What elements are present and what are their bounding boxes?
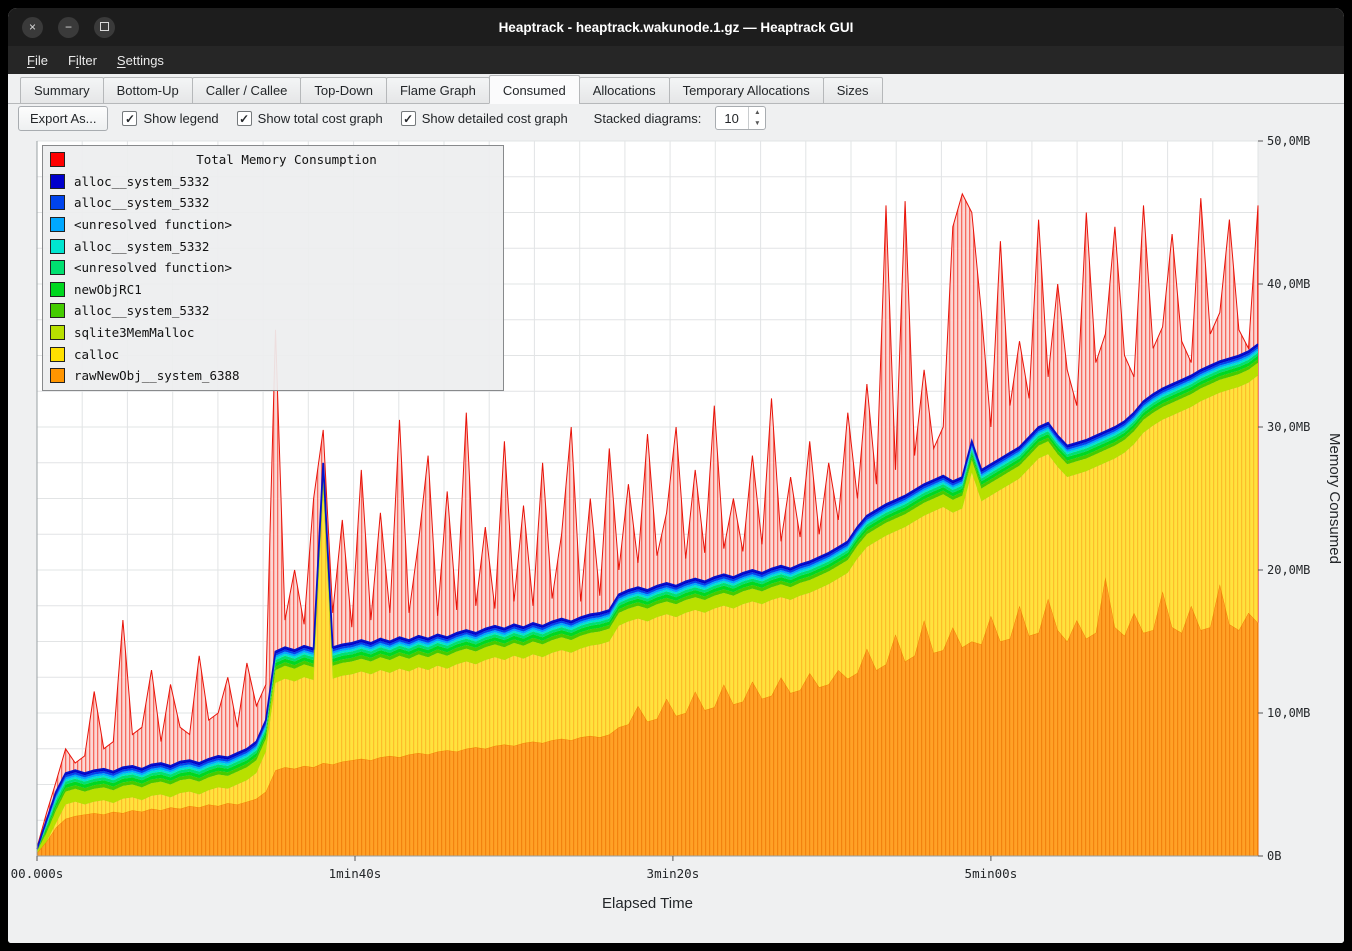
checkbox-box: ✓ [122, 111, 137, 126]
legend-item: alloc__system_5332 [47, 235, 499, 257]
stacked-diagrams-spinbox[interactable]: 10 ▲ ▼ [715, 106, 766, 130]
checkbox-box: ✓ [237, 111, 252, 126]
tab-summary[interactable]: Summary [20, 77, 104, 104]
tab-consumed[interactable]: Consumed [489, 75, 580, 104]
tab-top-down[interactable]: Top-Down [300, 77, 387, 104]
legend-item: alloc__system_5332 [47, 300, 499, 322]
y-axis-label: Memory Consumed [1326, 433, 1343, 564]
legend-label: alloc__system_5332 [74, 195, 209, 210]
legend-item: Total Memory Consumption [47, 149, 499, 171]
y-tick-label: 0B [1267, 849, 1281, 863]
legend-label: Total Memory Consumption [74, 152, 499, 167]
legend-swatch [50, 217, 65, 232]
export-as-button[interactable]: Export As... [18, 106, 108, 131]
tab-sizes[interactable]: Sizes [823, 77, 883, 104]
titlebar: × − Heaptrack - heaptrack.wakunode.1.gz … [8, 8, 1344, 46]
memory-consumption-chart[interactable]: 0B 10,0MB 20,0MB 30,0MB 40,0MB 50,0MB 00.000s 1… [8, 132, 1344, 943]
x-tick-label: 1min40s [329, 866, 382, 881]
legend-swatch [50, 260, 65, 275]
tab-temporary-allocations[interactable]: Temporary Allocations [669, 77, 824, 104]
checkbox-label: Show detailed cost graph [422, 111, 568, 126]
maximize-button[interactable] [94, 17, 115, 38]
legend-label: alloc__system_5332 [74, 239, 209, 254]
legend-label: alloc__system_5332 [74, 303, 209, 318]
legend-item: <unresolved function> [47, 214, 499, 236]
maximize-icon [100, 22, 109, 31]
tab-bottom-up[interactable]: Bottom-Up [103, 77, 193, 104]
close-button[interactable]: × [22, 17, 43, 38]
tab-flame-graph[interactable]: Flame Graph [386, 77, 490, 104]
menu-settings[interactable]: Settings [108, 50, 173, 71]
legend-label: sqlite3MemMalloc [74, 325, 194, 340]
y-tick-label: 40,0MB [1267, 277, 1310, 291]
toolbar: Export As... ✓ Show legend ✓ Show total cos… [8, 104, 1344, 132]
legend-swatch [50, 195, 65, 210]
legend-swatch [50, 303, 65, 318]
legend-label: calloc [74, 347, 119, 362]
legend-item: alloc__system_5332 [47, 171, 499, 193]
y-tick-label: 10,0MB [1267, 706, 1310, 720]
y-tick-label: 50,0MB [1267, 134, 1310, 148]
checkbox-label: Show total cost graph [258, 111, 383, 126]
legend-swatch [50, 368, 65, 383]
x-tick-label: 5min00s [965, 866, 1018, 881]
legend-item: newObjRC1 [47, 279, 499, 301]
x-tick-label: 00.000s [11, 866, 64, 881]
checkbox-show-legend[interactable]: ✓ Show legend [122, 111, 218, 126]
legend-label: <unresolved function> [74, 260, 232, 275]
x-tick-label: 3min20s [647, 866, 700, 881]
spinbox-arrows: ▲ ▼ [748, 107, 765, 129]
stacked-diagrams-label: Stacked diagrams: [594, 111, 702, 126]
minimize-button[interactable]: − [58, 17, 79, 38]
y-tick-label: 30,0MB [1267, 420, 1310, 434]
x-axis-label: Elapsed Time [602, 895, 693, 912]
legend-swatch [50, 347, 65, 362]
tab-bar: SummaryBottom-UpCaller / CalleeTop-DownF… [8, 74, 1344, 104]
menu-file[interactable]: File [18, 50, 57, 71]
legend-swatch [50, 152, 65, 167]
legend-item: alloc__system_5332 [47, 192, 499, 214]
legend-swatch [50, 282, 65, 297]
legend-swatch [50, 325, 65, 340]
legend-item: rawNewObj__system_6388 [47, 365, 499, 387]
y-tick-label: 20,0MB [1267, 563, 1310, 577]
legend-label: rawNewObj__system_6388 [74, 368, 240, 383]
chart-legend: Total Memory Consumption alloc__system_53… [42, 145, 504, 391]
checkbox-label: Show legend [143, 111, 218, 126]
legend-label: <unresolved function> [74, 217, 232, 232]
tab-caller-callee[interactable]: Caller / Callee [192, 77, 302, 104]
window-title: Heaptrack - heaptrack.wakunode.1.gz — He… [142, 20, 1210, 35]
legend-item: calloc [47, 343, 499, 365]
toolbar-checkboxes: ✓ Show legend ✓ Show total cost graph ✓ Show … [122, 111, 567, 126]
legend-label: newObjRC1 [74, 282, 142, 297]
tab-allocations[interactable]: Allocations [579, 77, 670, 104]
checkbox-show-detailed-cost-graph[interactable]: ✓ Show detailed cost graph [401, 111, 568, 126]
spin-up-button[interactable]: ▲ [749, 107, 765, 118]
menubar: FileFilterSettings [8, 46, 1344, 74]
stacked-diagrams-value: 10 [716, 107, 748, 129]
checkbox-box: ✓ [401, 111, 416, 126]
legend-swatch [50, 174, 65, 189]
legend-item: sqlite3MemMalloc [47, 322, 499, 344]
app-window: × − Heaptrack - heaptrack.wakunode.1.gz … [8, 8, 1344, 943]
legend-swatch [50, 239, 65, 254]
legend-label: alloc__system_5332 [74, 174, 209, 189]
legend-item: <unresolved function> [47, 257, 499, 279]
window-controls: × − [22, 17, 142, 38]
menu-filter[interactable]: Filter [59, 50, 106, 71]
checkbox-show-total-cost-graph[interactable]: ✓ Show total cost graph [237, 111, 383, 126]
spin-down-button[interactable]: ▼ [749, 118, 765, 129]
